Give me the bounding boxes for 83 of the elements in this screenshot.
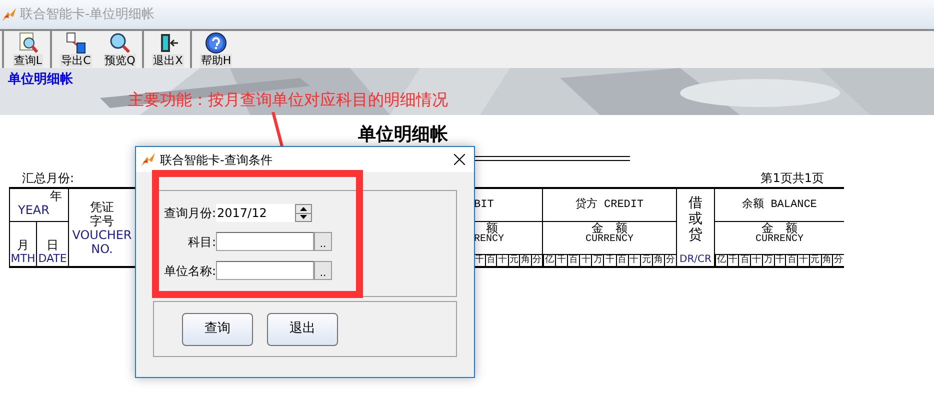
banner-note: 主要功能：按月查询单位对应科目的明细情况: [128, 89, 448, 111]
browse-button[interactable]: ..: [314, 261, 332, 280]
currency-sub-header-en: CURRENCY: [755, 234, 804, 246]
currency-sub-header: 金 额: [592, 222, 628, 234]
banner-title: 单位明细帐: [8, 71, 73, 89]
digit-header: 分: [530, 255, 542, 266]
debit-sub-header: 额: [486, 222, 498, 234]
dialog-title: 联合智能卡-查询条件: [160, 152, 272, 168]
digit-header: 角: [820, 255, 832, 266]
digit-header: 百: [785, 255, 798, 266]
subject-input-field[interactable]: [216, 232, 314, 251]
currency-sub-header-en: CURRENCY: [585, 234, 634, 246]
digit-header: 千: [474, 255, 484, 266]
app-logo-icon: [140, 152, 156, 168]
field-label: 单位名称:: [163, 262, 216, 280]
field-label: 科目:: [186, 234, 216, 250]
debit-header: BIT: [474, 198, 494, 213]
drcr-header: 贷: [688, 227, 702, 243]
digit-header: 十: [579, 255, 592, 266]
dialog-button[interactable]: 查询: [182, 312, 253, 346]
window-title: 联合智能卡-单位明细帐: [20, 6, 155, 24]
magnifier-icon: [109, 32, 131, 54]
page-info: 第1页共1页: [760, 170, 825, 187]
voucher-header-en: VOUCHER: [72, 228, 132, 242]
close-icon: [454, 154, 464, 165]
drcr-header: 借: [688, 195, 702, 211]
digit-header: 分: [664, 255, 676, 266]
digit-header: 元: [640, 255, 652, 266]
drcr-header: 或: [688, 211, 702, 227]
voucher-header: 凭证: [90, 200, 114, 214]
digit-header: 百: [567, 255, 580, 266]
digit-header: 百: [484, 255, 496, 266]
digit-header: 元: [808, 255, 821, 266]
voucher-header-en: NO.: [91, 242, 113, 256]
month-field-label: 查询月份:: [163, 205, 216, 222]
app-logo-icon: [1, 6, 17, 22]
balance-header: 余额 BALANCE: [742, 196, 817, 213]
export-document-icon: [65, 32, 87, 54]
digit-header: 百: [616, 255, 628, 266]
digit-header: 千: [774, 255, 786, 266]
digit-header: 千: [603, 255, 616, 266]
digit-header: 亿: [715, 255, 727, 266]
digit-header: 分: [832, 255, 844, 266]
credit-header: 贷方 CREDIT: [575, 196, 644, 213]
digit-header: 十: [628, 255, 640, 266]
magnifier-document-icon: [17, 32, 39, 54]
month-spin-field[interactable]: 2017/12: [216, 204, 312, 222]
unit-input-field[interactable]: [216, 261, 314, 280]
digit-header: 十: [797, 255, 809, 266]
digit-header: 亿: [543, 255, 556, 266]
day-header-en: DATE: [38, 252, 67, 266]
drcr-header-en: DR/CR: [680, 254, 712, 266]
digit-header: 万: [762, 255, 774, 266]
digit-header: 十: [750, 255, 762, 266]
debit-sub-header-en: RENCY: [474, 234, 504, 246]
browse-button[interactable]: ..: [314, 232, 332, 251]
up-triangle-icon: [300, 206, 307, 211]
month-label: 汇总月份:: [22, 170, 74, 187]
voucher-header: 字号: [90, 214, 114, 228]
digit-header: 十: [496, 255, 508, 266]
spin-up-button[interactable]: [296, 205, 311, 214]
day-header: 日: [46, 238, 58, 252]
digit-header: 角: [519, 255, 530, 266]
currency-sub-header: 金 额: [762, 222, 798, 234]
digit-header: 元: [508, 255, 519, 266]
digit-header: 千: [726, 255, 738, 266]
report-title: 单位明细帐: [358, 124, 448, 146]
digit-header: 万: [591, 255, 604, 266]
year-header-en: YEAR: [17, 203, 50, 217]
toolbar-button[interactable]: 导出C: [56, 31, 96, 68]
year-header: 年: [50, 189, 63, 203]
toolbar-button[interactable]: 查询L: [8, 31, 48, 68]
digit-header: 百: [738, 255, 750, 266]
dialog-button[interactable]: 退出: [267, 312, 338, 346]
month-header: 月: [17, 238, 29, 252]
toolbar-button[interactable]: 预览Q: [100, 31, 140, 68]
help-icon: [205, 32, 227, 54]
month-header-en: MTH: [10, 252, 36, 266]
digit-header: 千: [555, 255, 568, 266]
toolbar-button[interactable]: 帮助H: [196, 31, 236, 68]
toolbar-button[interactable]: 退出X: [148, 31, 188, 68]
down-triangle-icon: [300, 215, 307, 220]
digit-header: 角: [652, 255, 664, 266]
